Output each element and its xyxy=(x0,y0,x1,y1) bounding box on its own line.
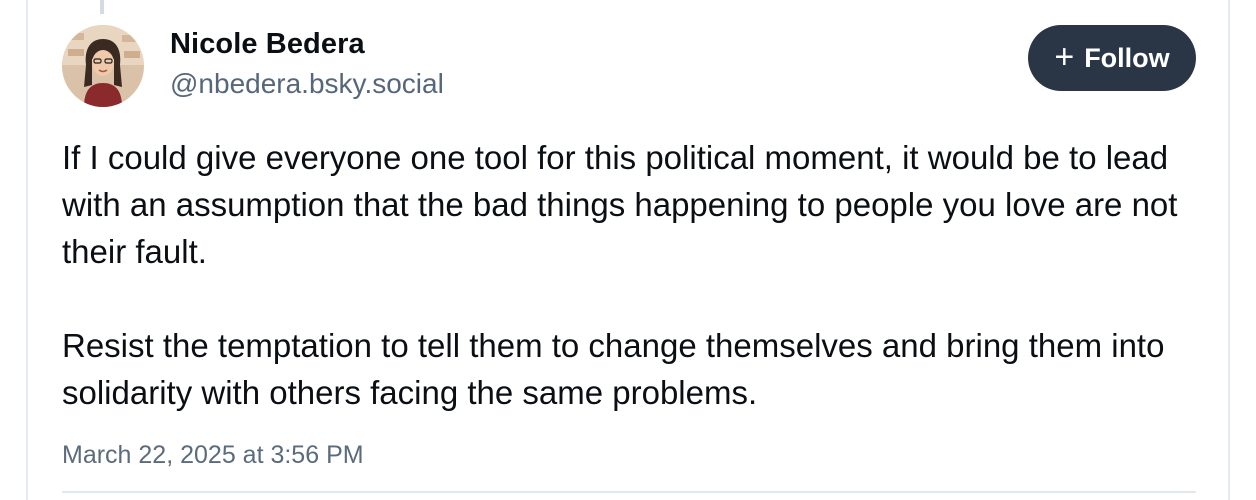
plus-icon: + xyxy=(1054,37,1075,76)
post-frame-left-border xyxy=(26,0,28,500)
follow-button[interactable]: + Follow xyxy=(1028,25,1196,91)
post-text: If I could give everyone one tool for th… xyxy=(62,134,1212,416)
author-handle[interactable]: @nbedera.bsky.social xyxy=(170,68,444,100)
post-frame-right-border xyxy=(1228,0,1230,500)
follow-button-label: Follow xyxy=(1084,42,1170,73)
post-paragraph: If I could give everyone one tool for th… xyxy=(62,139,1178,270)
user-avatar-photo-icon xyxy=(62,25,144,107)
post-timestamp[interactable]: March 22, 2025 at 3:56 PM xyxy=(62,441,364,470)
divider xyxy=(62,491,1196,493)
thread-connector-line xyxy=(100,0,104,14)
author-avatar[interactable] xyxy=(62,25,144,107)
author-display-name[interactable]: Nicole Bedera xyxy=(170,28,365,61)
post-paragraph: Resist the temptation to tell them to ch… xyxy=(62,327,1165,411)
